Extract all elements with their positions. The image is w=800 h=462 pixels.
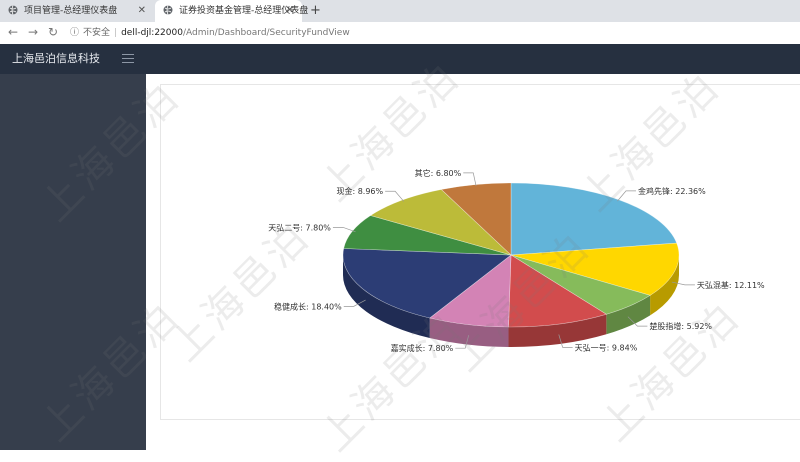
pie-slice-label: 金鸡先锋: 22.36% (638, 186, 706, 196)
sidebar (0, 74, 146, 450)
pie-slice-label: 楚股指增: 5.92% (649, 321, 712, 331)
forward-arrow-icon[interactable]: → (28, 22, 38, 43)
security-label: 不安全 (83, 28, 111, 38)
label-leader-line (463, 172, 477, 187)
pie-slice-label: 天弘一号: 9.84% (575, 343, 638, 352)
info-icon[interactable]: ⓘ (70, 28, 79, 38)
pie-slice-label: 天弘混基: 12.11% (697, 280, 765, 290)
browser-toolbar: ← → ↻ ⓘ 不安全 | dell-djl:22000/Admin/Dashboar… (0, 22, 800, 45)
globe-icon (8, 5, 18, 15)
main-content: 金鸡先锋: 22.36% 天弘混基: 12.11% 楚股指增: 5.92% 天弘一号:… (146, 74, 800, 450)
browser-tab-strip: 项目管理-总经理仪表盘 ✕ 证券投资基金管理-总经理仪表盘 ✕ + (0, 0, 800, 22)
address-bar[interactable]: ⓘ 不安全 | dell-djl:22000/Admin/Dashboard/Secu… (70, 24, 350, 42)
browser-tab[interactable]: 项目管理-总经理仪表盘 ✕ (0, 0, 154, 22)
url-path: /Admin/Dashboard/SecurityFundView (182, 28, 350, 38)
url-host: dell-djl:22000 (121, 28, 183, 38)
label-leader-line (617, 190, 637, 202)
pie-slice-tops (342, 182, 680, 328)
pie-chart: 金鸡先锋: 22.36% 天弘混基: 12.11% 楚股指增: 5.92% 天弘一号:… (268, 168, 765, 353)
menu-toggle-icon[interactable] (122, 54, 134, 64)
new-tab-button[interactable]: + (310, 0, 321, 22)
address-divider: | (114, 28, 118, 38)
chart-panel: 金鸡先锋: 22.36% 天弘混基: 12.11% 楚股指增: 5.92% 天弘一号:… (160, 84, 800, 420)
brand-title: 上海邑泊信息科技 (12, 52, 100, 65)
pie-slice-label: 稳健成长: 18.40% (274, 301, 342, 311)
pie-slice-label: 天弘二号: 7.80% (268, 223, 331, 232)
close-icon[interactable]: ✕ (286, 0, 294, 22)
label-leader-line (385, 190, 405, 202)
browser-tab-active[interactable]: 证券投资基金管理-总经理仪表盘 ✕ (155, 0, 308, 22)
globe-icon (163, 5, 173, 15)
pie-slice-label: 其它: 6.80% (415, 168, 462, 178)
tab-title: 项目管理-总经理仪表盘 (24, 6, 118, 16)
app-header: 上海邑泊信息科技 (0, 44, 800, 74)
reload-icon[interactable]: ↻ (48, 22, 58, 43)
pie-slice-label: 现金: 8.96% (336, 186, 383, 196)
close-icon[interactable]: ✕ (138, 0, 146, 22)
back-arrow-icon[interactable]: ← (8, 22, 18, 43)
pie-slice-label: 嘉实成长: 7.80% (391, 343, 454, 353)
